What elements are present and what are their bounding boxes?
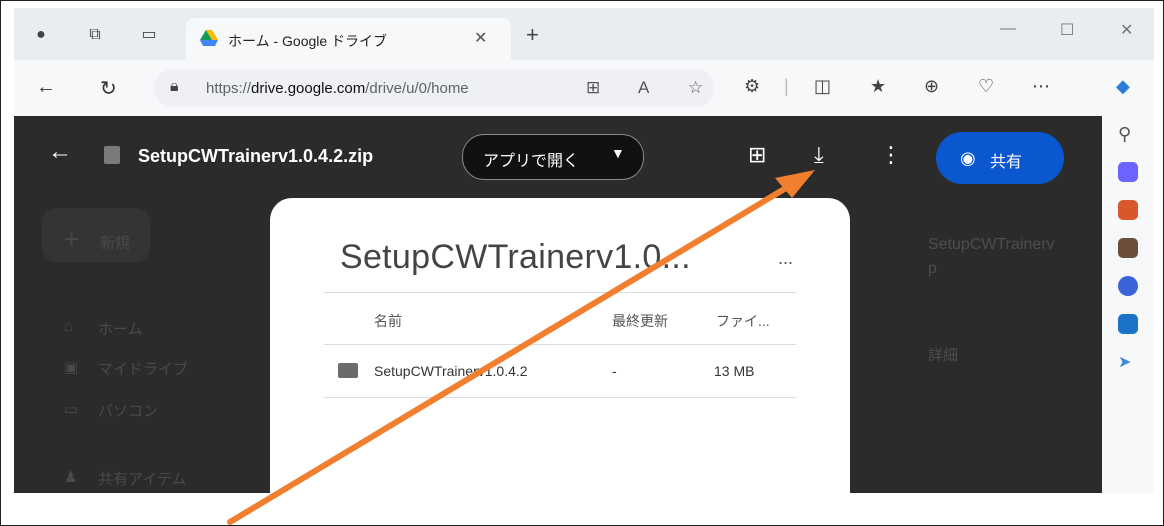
annotation-arrow <box>227 170 815 525</box>
